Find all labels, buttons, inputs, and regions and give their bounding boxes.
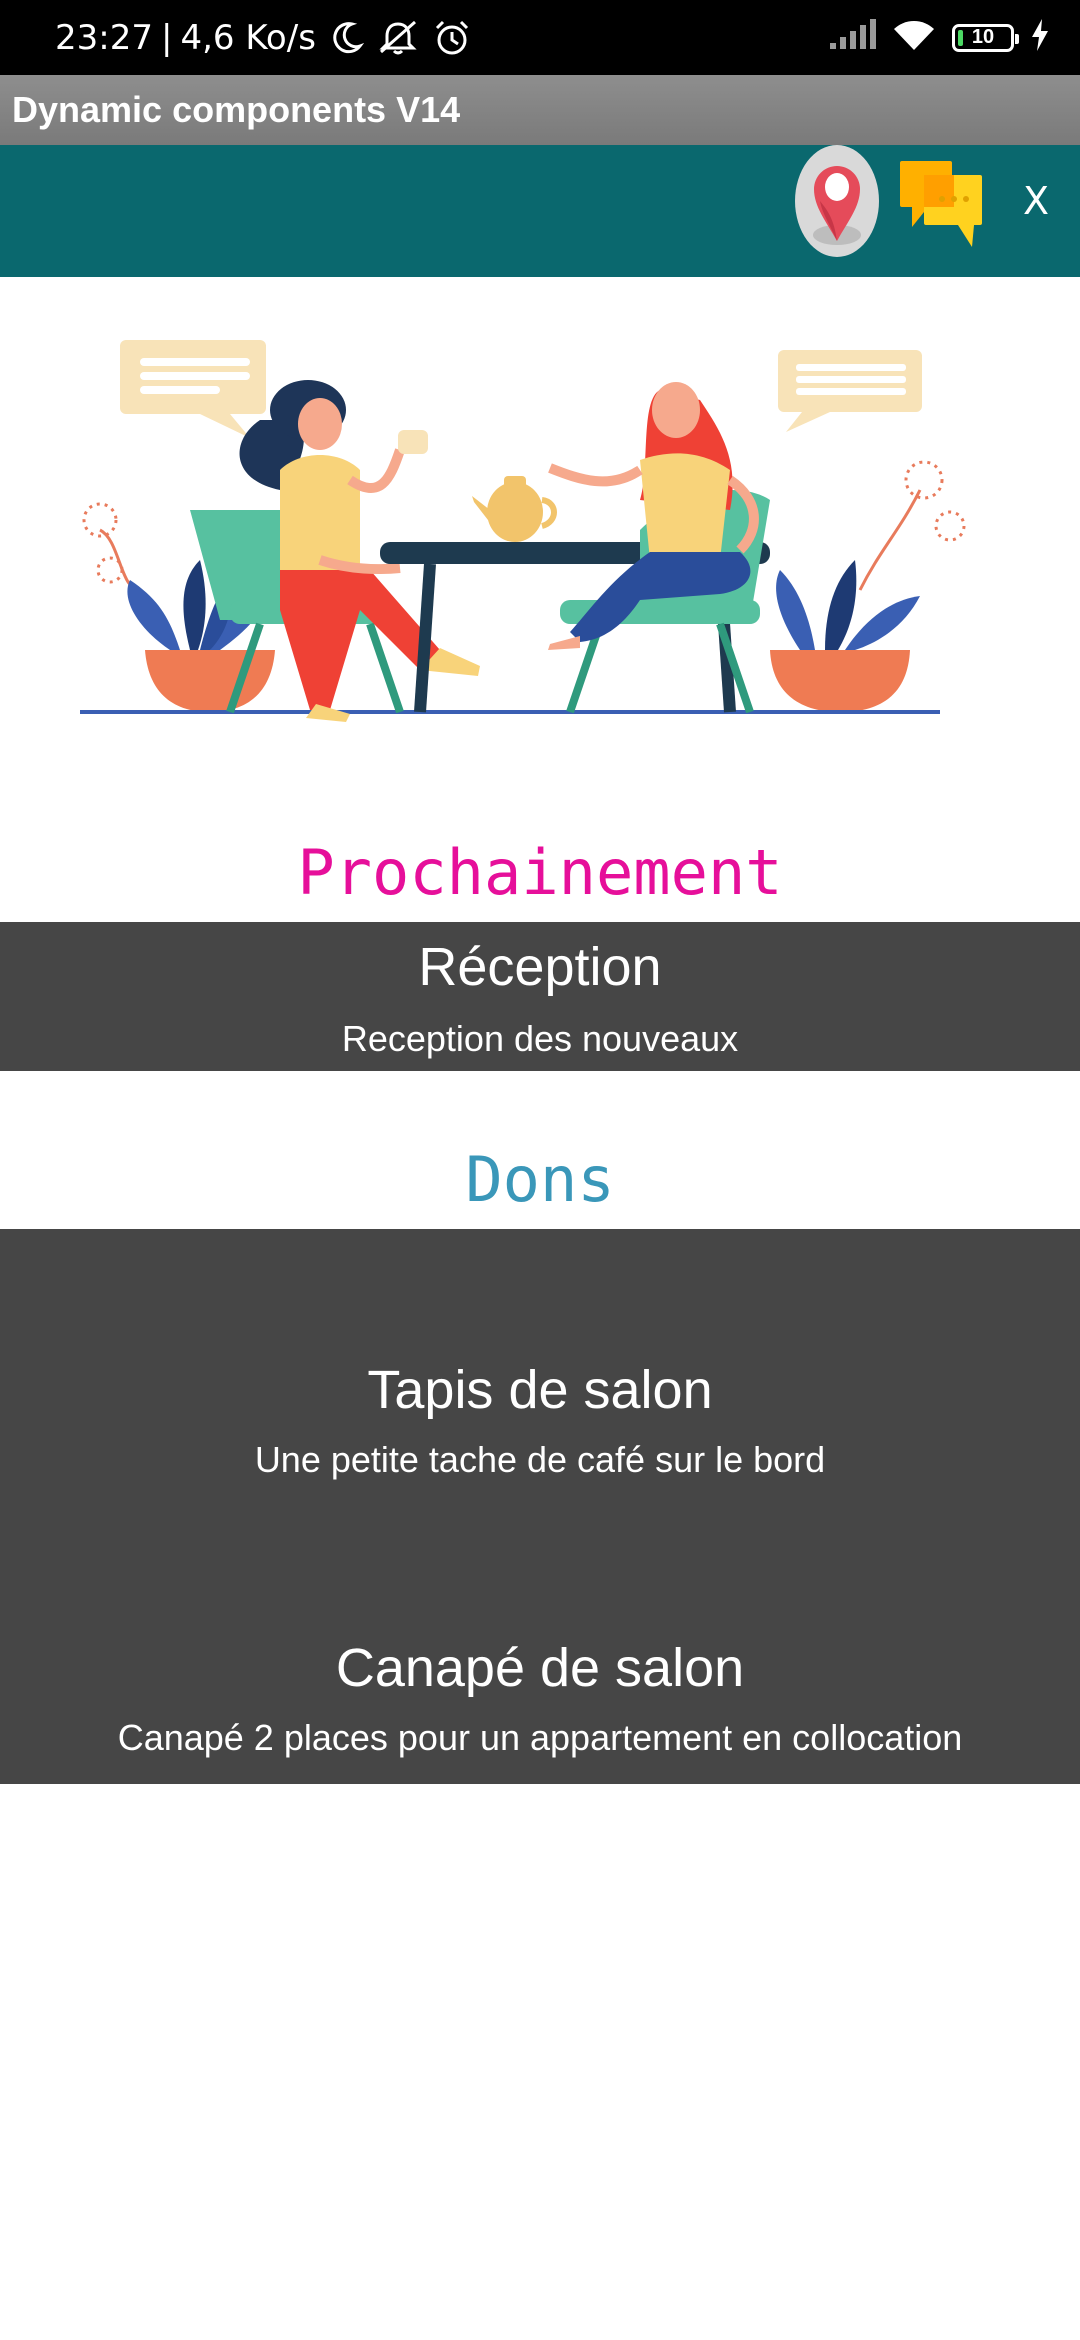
battery-level: 10	[971, 26, 995, 48]
status-time: 23:27	[55, 17, 153, 58]
donation-item[interactable]: Tapis de salon Une petite tache de café …	[0, 1359, 1080, 1559]
plant-right	[770, 460, 966, 712]
status-separator: |	[160, 17, 173, 58]
donation-title: Canapé de salon	[335, 1638, 745, 1698]
cafe-illustration	[80, 340, 966, 722]
status-network-speed: 4,6 Ko/s	[180, 17, 316, 58]
map-pin-icon	[795, 145, 879, 257]
donation-item[interactable]: Canapé de salon Canapé 2 places pour un …	[0, 1637, 1080, 1777]
chat-button[interactable]	[898, 157, 988, 253]
chat-bubbles-icon	[900, 161, 982, 247]
notifications-off-icon	[376, 19, 420, 57]
donations-list: Tapis de salon Une petite tache de café …	[0, 1229, 1080, 1784]
section-heading-upcoming: Prochainement	[297, 836, 783, 909]
status-left: 23:27 | 4,6 Ko/s	[55, 0, 472, 75]
toolbar: X	[0, 145, 1080, 277]
app-title-bar: Dynamic components V14	[0, 75, 1080, 145]
close-button[interactable]: X	[1010, 175, 1062, 227]
moon-icon	[328, 20, 364, 56]
teapot	[472, 476, 557, 542]
donation-description: Une petite tache de café sur le bord	[254, 1439, 826, 1480]
map-pin-button[interactable]	[794, 145, 880, 259]
donation-description: Canapé 2 places pour un appartement en c…	[117, 1717, 963, 1758]
signal-icon	[828, 19, 876, 56]
app-title: Dynamic components V14	[12, 89, 461, 130]
status-right: 10	[828, 0, 1050, 75]
speech-bubble-left	[120, 340, 266, 438]
speech-bubble-right	[778, 350, 922, 432]
donation-title: Tapis de salon	[367, 1360, 713, 1420]
event-description: Reception des nouveaux	[341, 1018, 739, 1059]
charging-icon	[1030, 19, 1050, 56]
battery-icon: 10	[952, 23, 1019, 52]
status-bar: 23:27 | 4,6 Ko/s 10	[0, 0, 1080, 75]
alarm-icon	[432, 18, 472, 58]
wifi-icon	[892, 18, 936, 57]
section-heading-donations: Dons	[465, 1143, 615, 1216]
event-title: Réception	[418, 937, 662, 997]
event-card-reception[interactable]: Réception Reception des nouveaux	[0, 922, 1080, 1071]
